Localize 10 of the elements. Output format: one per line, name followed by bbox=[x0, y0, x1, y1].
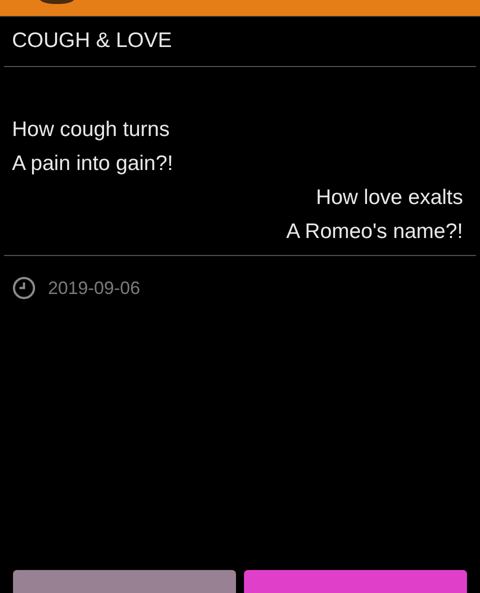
poem-line: A pain into gain?! bbox=[12, 152, 174, 175]
logo-icon bbox=[40, 0, 74, 4]
poem-line: A Romeo's name?! bbox=[286, 220, 463, 243]
action-button[interactable] bbox=[13, 570, 236, 593]
date-text: 2019-09-06 bbox=[48, 278, 140, 298]
poem-line: How love exalts bbox=[316, 186, 463, 209]
poem-line: How cough turns bbox=[12, 118, 170, 141]
note-title: COUGH & LOVE bbox=[11, 28, 173, 54]
clock-icon bbox=[12, 276, 36, 300]
action-button[interactable] bbox=[244, 570, 467, 593]
